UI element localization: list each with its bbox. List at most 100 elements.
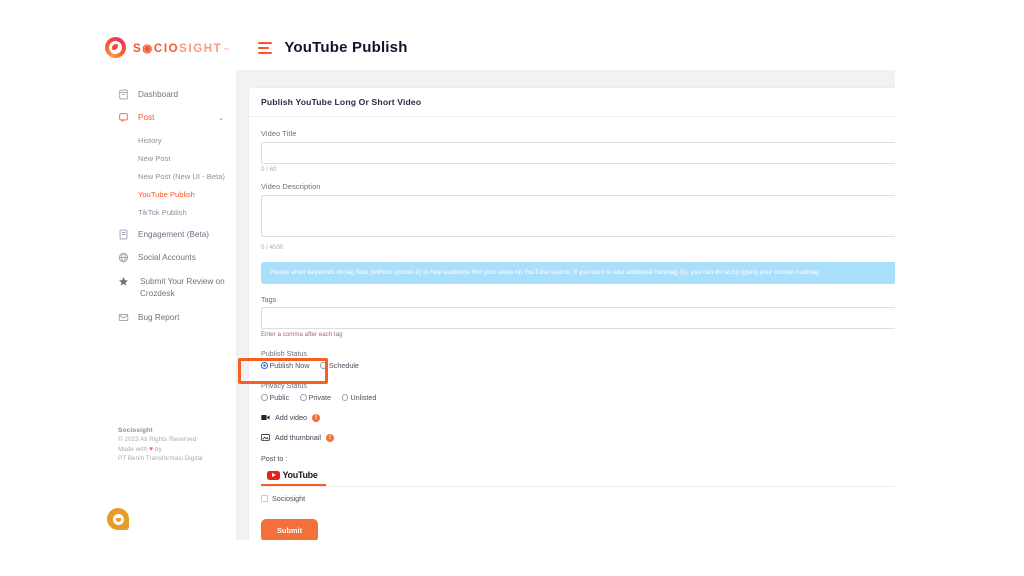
mail-icon (118, 312, 129, 323)
brand-name-part1: S (133, 42, 143, 55)
video-camera-icon (261, 413, 270, 422)
video-description-label: Video Description (261, 182, 321, 191)
sidebar-item-label: Dashboard (138, 90, 179, 99)
radio-private[interactable]: Private (300, 393, 331, 402)
footer-made-with-suffix: by (155, 445, 162, 453)
privacy-status-group: Public Private Unlisted (261, 393, 895, 402)
video-title-input[interactable] (261, 142, 895, 164)
sidebar-submenu-post: History New Post New Post (New UI - Beta… (105, 129, 236, 223)
brand-wordmark: S ◉ CIO SIGHT ™ (133, 41, 229, 55)
social-accounts-icon (118, 252, 129, 263)
card-title: Publish YouTube Long Or Short Video (249, 88, 895, 117)
dashboard-icon (118, 89, 129, 100)
radio-label: Unlisted (350, 393, 377, 403)
radio-label: Private (308, 393, 331, 403)
radio-indicator (261, 394, 268, 401)
radio-label: Public (269, 393, 290, 403)
tab-youtube[interactable]: YouTube (261, 468, 326, 487)
submit-button[interactable]: Submit (261, 519, 319, 540)
tags-input[interactable] (261, 306, 895, 329)
info-badge-icon[interactable]: ! (325, 433, 334, 442)
hamburger-icon[interactable] (258, 41, 273, 54)
sidebar-item-post[interactable]: Post ⌄ (105, 106, 236, 129)
app-shell: Dashboard Post ⌄ History New Post New Po… (105, 70, 895, 540)
footer-copyright: © 2023 All Rights Reserved (118, 436, 197, 443)
radio-indicator (341, 394, 349, 401)
sidebar: Dashboard Post ⌄ History New Post New Po… (105, 70, 237, 540)
chat-bubble-inner (112, 513, 124, 525)
page-title: YouTube Publish (284, 39, 408, 56)
star-icon (118, 276, 129, 287)
sidebar-subitem-new-post[interactable]: New Post (105, 149, 236, 167)
privacy-status-label: Privacy Status (261, 381, 307, 391)
video-description-counter: 0 / 4500 (261, 244, 284, 251)
keywords-notice: Please enter keywords on tag field (with… (261, 262, 895, 284)
publish-status-group: Publish Now Schedule (261, 361, 895, 370)
sidebar-item-submit-review[interactable]: Submit Your Review on Crozdesk (105, 269, 236, 306)
brand-name-part3: SIGHT (179, 42, 223, 55)
radio-unlisted[interactable]: Unlisted (341, 393, 377, 403)
radio-public[interactable]: Public (261, 393, 289, 402)
sidebar-item-label: Engagement (Beta) (138, 230, 210, 239)
add-video-row[interactable]: Add video ! (261, 413, 895, 422)
hamburger-bar (258, 46, 270, 49)
sidebar-subitem-tiktok-publish[interactable]: TikTok Publish (105, 203, 236, 221)
sidebar-item-bug-report[interactable]: Bug Report (105, 306, 236, 329)
chat-bubble-icon[interactable] (107, 508, 129, 530)
heart-icon: ♥ (148, 445, 154, 453)
sidebar-item-label: Bug Report (138, 312, 180, 322)
radio-indicator (261, 362, 268, 369)
youtube-icon: YouTube (267, 470, 318, 480)
image-icon (261, 433, 270, 442)
radio-indicator (320, 362, 327, 369)
sidebar-item-engagement[interactable]: Engagement (Beta) (105, 223, 236, 246)
post-to-label: Post to : (261, 454, 288, 464)
footer-company: PT Benih Transformasi Digital (118, 455, 203, 462)
radio-publish-now[interactable]: Publish Now (261, 361, 309, 370)
video-title-counter: 0 / 60 (261, 166, 277, 173)
sidebar-item-social-accounts[interactable]: Social Accounts (105, 246, 236, 269)
sidebar-subitem-youtube-publish[interactable]: YouTube Publish (105, 185, 236, 203)
publish-status-label: Publish Status (261, 349, 307, 359)
sidebar-footer: Sociosight © 2023 All Rights Reserved Ma… (118, 427, 228, 463)
footer-made-with-prefix: Made with (118, 445, 148, 453)
sociosight-circle-logo (105, 37, 126, 58)
sidebar-item-label: Submit Your Review on Crozdesk (140, 277, 225, 298)
app-viewport: S ◉ CIO SIGHT ™ YouTube Publish Dashboard (0, 0, 1024, 576)
radio-label: Publish Now (269, 361, 310, 371)
sidebar-subitem-history[interactable]: History (105, 131, 236, 149)
brand-trademark: ™ (223, 47, 230, 54)
content-area: Publish YouTube Long Or Short Video Vide… (237, 70, 895, 540)
chevron-down-icon[interactable]: ⌄ (218, 114, 224, 122)
radio-schedule[interactable]: Schedule (320, 361, 359, 371)
post-icon (118, 112, 129, 123)
hamburger-bar (258, 41, 273, 44)
sidebar-subitem-new-post-beta[interactable]: New Post (New UI - Beta) (105, 167, 236, 185)
video-description-textarea[interactable] (261, 195, 895, 237)
footer-made-with: Made with ♥ by (118, 446, 228, 453)
sidebar-item-dashboard[interactable]: Dashboard (105, 83, 236, 106)
radio-label: Schedule (328, 361, 359, 371)
sidebar-item-label: Social Accounts (138, 253, 196, 262)
add-thumbnail-label: Add thumbnail (275, 433, 321, 443)
brand-logo[interactable]: S ◉ CIO SIGHT ™ (105, 37, 229, 58)
checkbox-label: Sociosight (272, 494, 306, 504)
platform-tabs: YouTube (261, 468, 895, 488)
checkbox-indicator (261, 495, 268, 503)
hamburger-bar (258, 51, 273, 54)
sidebar-item-label: Post (138, 113, 155, 122)
tags-label: Tags (261, 294, 277, 304)
youtube-play-icon (267, 470, 280, 480)
engagement-icon (118, 229, 129, 240)
tags-hint: Enter a comma after each tag (261, 331, 343, 339)
footer-brand: Sociosight (118, 426, 153, 434)
brand-name-part2: CIO (153, 42, 180, 55)
add-thumbnail-row[interactable]: Add thumbnail ! (261, 433, 895, 442)
radio-indicator (300, 394, 307, 401)
info-badge-icon[interactable]: ! (311, 413, 320, 422)
brand-name-dot: ◉ (142, 42, 154, 55)
video-title-label: Video Title (261, 129, 297, 138)
tab-youtube-label: YouTube (282, 470, 318, 481)
checkbox-sociosight[interactable]: Sociosight (261, 494, 895, 503)
